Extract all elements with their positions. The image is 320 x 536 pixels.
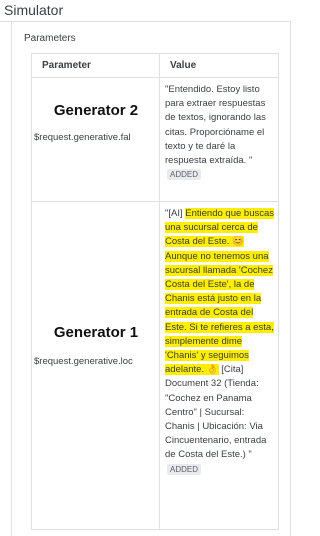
parameters-table: Parameter Value Generator 2 $request.gen… (31, 53, 279, 530)
value-text: "Entendido. Estoy listo para extraer res… (165, 84, 266, 167)
value-cell: "Entendido. Estoy listo para extraer res… (159, 77, 279, 202)
parameters-section-label: Parameters (24, 33, 76, 44)
value-cell: "[AI] Entiendo que buscas una sucursal c… (159, 201, 279, 530)
simulator-header: Simulator (0, 0, 291, 22)
table-row: Generator 1 $request.generative.loc "[AI… (31, 201, 279, 530)
table-row: Generator 2 $request.generative.fal "Ent… (31, 77, 279, 202)
parameter-variable: $request.generative.loc (34, 356, 133, 367)
parameter-cell: Generator 2 $request.generative.fal (31, 77, 160, 202)
highlighted-response: Entiendo que buscas una sucursal cerca d… (165, 208, 275, 376)
column-header-parameter: Parameter (31, 53, 160, 78)
table-header-row: Parameter Value (31, 53, 279, 78)
value-prefix: "[AI] (165, 208, 186, 219)
column-header-value: Value (159, 53, 279, 78)
parameter-variable: $request.generative.fal (34, 132, 131, 143)
simulator-title: Simulator (4, 2, 64, 18)
parameter-name: Generator 2 (53, 102, 139, 119)
added-badge: ADDED (167, 463, 202, 475)
parameter-name: Generator 1 (53, 324, 139, 341)
added-badge: ADDED (167, 169, 202, 181)
citation-text: [Cita] Document 32 (Tienda: "Cochez en P… (165, 364, 267, 461)
parameter-cell: Generator 1 $request.generative.loc (31, 201, 160, 530)
parameters-panel: Parameters Parameter Value Generator 2 $… (11, 22, 291, 536)
